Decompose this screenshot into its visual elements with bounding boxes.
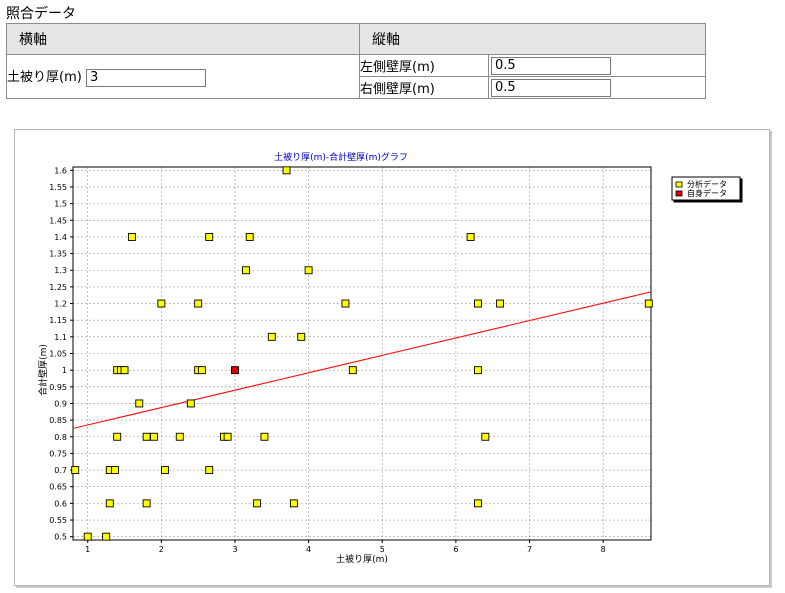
y-tick-label: 0.95 [49,383,67,392]
analysis-data-point [297,332,306,341]
chart-grid [70,167,651,543]
y-tick-label: 1 [62,366,67,375]
legend-swatch-own [675,190,683,197]
x-tick-label: 4 [306,545,311,554]
analysis-data-point [113,432,122,441]
analysis-data-point [466,232,475,241]
analysis-data-point [242,266,250,275]
analysis-data-point [135,399,144,408]
right-wall-cell [488,76,706,99]
analysis-data-point [474,499,482,508]
right-wall-value-input[interactable] [491,78,611,97]
analysis-data-point [260,432,269,441]
x-axis-value-input[interactable] [85,68,206,87]
y-tick-label: 0.65 [49,483,67,492]
analysis-data-point [142,432,151,441]
comparison-table: 横軸 縦軸 土被り厚(m) 左側壁厚(m) 右側壁厚(m) [6,23,706,99]
legend-label-analysis: 分析データ [687,179,727,189]
analysis-data-point [253,499,262,508]
analysis-data-point [267,332,276,341]
legend: 分析データ 自身データ [671,176,741,201]
y-tick-label: 1.3 [54,266,67,275]
y-axis-title: 合計壁厚(m) [37,344,49,396]
left-wall-value-input[interactable] [491,56,611,75]
analysis-data-point [282,166,291,175]
x-axis-header: 横軸 [6,23,360,55]
analysis-data-point [205,466,214,475]
analysis-data-point [83,532,92,541]
analysis-data-point [197,366,206,375]
analysis-data-point [105,499,114,508]
analysis-data-point [71,466,80,475]
x-axis-cell: 土被り厚(m) [6,54,360,99]
y-tick-label: 1.55 [49,183,67,192]
analysis-data-point [157,299,166,308]
y-tick-label: 0.85 [49,416,67,425]
y-tick-label: 1.25 [49,283,67,292]
legend-swatch-analysis [675,181,683,188]
y-tick-label: 0.6 [54,499,67,508]
y-tick-labels: 0.5 0.55 0.6 0.65 0.7 0.75 0.8 0.85 0.9 0.95 1 1.05… [49,166,67,541]
y-tick-label: 1.5 [54,200,67,209]
analysis-data-point [127,232,136,241]
analysis-data-point [474,366,482,375]
left-wall-label: 左側壁厚(m) [359,54,489,77]
section-title: 照合データ [6,6,76,22]
x-tick-label: 7 [527,545,532,554]
y-tick-label: 1.35 [49,250,67,259]
x-tick-label: 3 [232,545,237,554]
x-tick-labels: 1 2 3 4 5 6 7 8 [85,545,606,554]
y-tick-label: 1.2 [54,300,67,309]
y-axis-header: 縦軸 [359,23,706,55]
own-data-point [231,366,239,375]
x-tick-label: 6 [453,545,458,554]
x-tick-label: 5 [380,545,385,554]
analysis-data-point [186,399,195,408]
analysis-data-point [142,499,151,508]
scatter-chart: 土被り厚(m)-合計壁厚(m)グラフ 0.5 0.55 0.6 0.65 0.7 0.75… [37,151,741,565]
analysis-data-point [304,266,313,275]
analysis-data-point [194,299,203,308]
x-tick-label: 1 [85,545,90,554]
y-tick-label: 0.75 [49,449,67,458]
analysis-data-point [644,299,653,308]
trendline-group [72,291,652,429]
analysis-data-point [496,299,505,308]
y-tick-label: 0.9 [54,399,67,408]
x-axis-title: 土被り厚(m) [336,553,388,565]
y-tick-label: 1.45 [49,216,67,225]
y-tick-label: 0.7 [54,466,67,475]
analysis-data-point [348,366,357,375]
analysis-data-point [150,432,158,441]
y-tick-label: 1.6 [54,166,67,175]
chart-frame: 土被り厚(m)-合計壁厚(m)グラフ 0.5 0.55 0.6 0.65 0.7 0.75… [14,129,770,586]
analysis-data-point [474,299,482,308]
y-tick-label: 0.8 [54,433,67,442]
analysis-data-point [120,366,129,375]
legend-label-own: 自身データ [687,188,727,198]
analysis-data-point [289,499,298,508]
x-axis-label: 土被り厚(m) [7,70,82,86]
y-tick-label: 0.5 [54,533,67,542]
analysis-data-point [481,432,490,441]
x-tick-label: 2 [159,545,164,554]
analysis-data-point [223,432,232,441]
y-tick-label: 1.05 [49,350,67,359]
left-wall-cell [488,54,706,77]
y-tick-label: 1.15 [49,316,67,325]
analysis-data-point [175,432,184,441]
analysis-data-point [245,232,254,241]
analysis-data-point [205,232,214,241]
y-tick-label: 0.55 [49,516,67,525]
x-tick-label: 8 [601,545,606,554]
analysis-data-point [161,466,169,475]
chart-title: 土被り厚(m)-合計壁厚(m)グラフ [274,151,408,163]
y-tick-label: 1.4 [54,233,67,242]
trendline [72,291,652,429]
analysis-data-point [111,466,119,475]
right-wall-label: 右側壁厚(m) [359,76,489,99]
y-tick-label: 1.1 [54,333,67,342]
analysis-data-point [102,532,111,541]
analysis-data-point [341,299,350,308]
